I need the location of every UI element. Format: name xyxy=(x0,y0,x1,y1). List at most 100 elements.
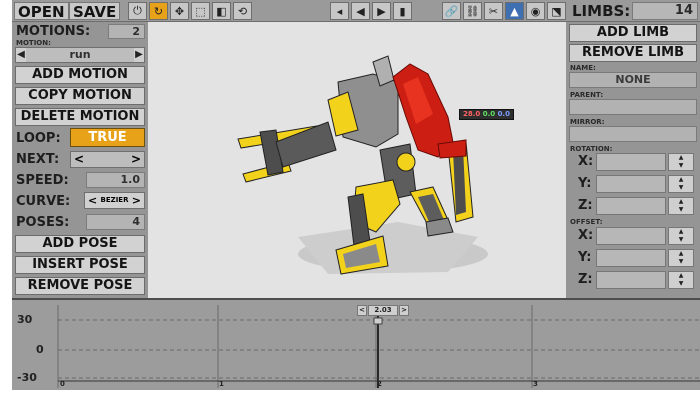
motion-prev-icon[interactable]: ◀ xyxy=(16,48,26,62)
add-motion-button[interactable]: ADD MOTION xyxy=(15,66,145,84)
loop-toggle[interactable]: TRUE xyxy=(70,128,145,147)
mirror-field[interactable] xyxy=(569,126,697,142)
timeline-tick-0: 0 xyxy=(60,380,65,388)
add-pose-button[interactable]: ADD POSE xyxy=(15,235,145,253)
insert-pose-button[interactable]: INSERT POSE xyxy=(15,256,145,274)
select-icon[interactable]: ⬔ xyxy=(547,2,566,20)
limb-panel: ADD LIMB REMOVE LIMB NAME: NONE PARENT: … xyxy=(566,22,700,298)
rotation-z-stepper[interactable]: ▲ ▼ xyxy=(668,197,694,215)
reset-icon[interactable]: ⟲ xyxy=(233,2,252,20)
parent-caption: PARENT: xyxy=(570,91,604,99)
timeline-tick-1: 1 xyxy=(219,380,224,388)
poses-count: 4 xyxy=(86,214,145,230)
rotation-y-label: Y: xyxy=(578,176,592,191)
rotation-x-input[interactable] xyxy=(596,153,666,171)
link-icon[interactable]: 🔗 xyxy=(442,2,461,20)
offset-x-label: X: xyxy=(578,228,594,243)
step-forward-icon[interactable]: ▮ xyxy=(393,2,412,20)
mirror-icon[interactable]: ◧ xyxy=(212,2,231,20)
rotation-z-label: Z: xyxy=(578,198,593,213)
frame-value[interactable]: 2.03 xyxy=(368,305,398,316)
next-next-icon[interactable]: > xyxy=(131,152,141,167)
timeline-tick-3: 3 xyxy=(533,380,538,388)
timeline[interactable]: 30 0 -30 0 1 2 3 < 2.03 > xyxy=(12,298,700,390)
play-icon[interactable]: ▶ xyxy=(372,2,391,20)
target-icon[interactable]: ◉ xyxy=(526,2,545,20)
delete-motion-button[interactable]: DELETE MOTION xyxy=(15,108,145,126)
copy-motion-button[interactable]: COPY MOTION xyxy=(15,87,145,105)
curve-label: CURVE: xyxy=(16,194,71,209)
mirror-caption: MIRROR: xyxy=(570,118,605,126)
link-child-icon[interactable]: ⛓ xyxy=(463,2,482,20)
robot-model[interactable] xyxy=(148,22,566,298)
3d-viewport[interactable]: 28.0 0.0 0.0 xyxy=(148,22,566,298)
rotation-x-label: X: xyxy=(578,154,594,169)
frame-next-button[interactable]: > xyxy=(399,305,409,316)
rotation-caption: ROTATION: xyxy=(570,145,613,153)
speed-input[interactable]: 1.0 xyxy=(86,172,145,188)
curve-value: BEZIER xyxy=(100,196,129,204)
offset-caption: OFFSET: xyxy=(570,218,603,226)
motions-label: MOTIONS: xyxy=(16,24,91,39)
offset-z-stepper[interactable]: ▲ ▼ xyxy=(668,271,694,289)
scale-icon[interactable]: ⬚ xyxy=(191,2,210,20)
skip-back-icon[interactable]: ◂ xyxy=(330,2,349,20)
rotation-x-stepper[interactable]: ▲ ▼ xyxy=(668,153,694,171)
poses-label: POSES: xyxy=(16,215,70,230)
next-prev-icon[interactable]: < xyxy=(74,152,84,167)
rotation-z-input[interactable] xyxy=(596,197,666,215)
remove-pose-button[interactable]: REMOVE POSE xyxy=(15,277,145,295)
motion-caption: MOTION: xyxy=(16,39,51,47)
step-back-icon[interactable]: ◀ xyxy=(351,2,370,20)
readout-z: 0.0 xyxy=(497,110,510,118)
curve-prev-icon[interactable]: < xyxy=(88,193,97,208)
save-button[interactable]: SAVE xyxy=(69,2,121,21)
name-caption: NAME: xyxy=(570,64,596,72)
rotation-y-stepper[interactable]: ▲ ▼ xyxy=(668,175,694,193)
timeline-y-top: 30 xyxy=(17,313,33,326)
open-button[interactable]: OPEN xyxy=(14,2,69,21)
move-icon[interactable]: ✥ xyxy=(170,2,189,20)
offset-x-input[interactable] xyxy=(596,227,666,245)
motion-panel: MOTIONS: 2 MOTION: ◀ run ▶ ADD MOTION CO… xyxy=(12,22,148,298)
readout-x: 28.0 xyxy=(463,110,481,118)
unlink-icon[interactable]: ✂ xyxy=(484,2,503,20)
offset-z-label: Z: xyxy=(578,272,593,287)
editor-window: OPEN SAVE ⏻ ↻ ✥ ⬚ ◧ ⟲ ◂ ◀ ▶ ▮ 🔗 ⛓ ✂ ▲ ◉ … xyxy=(12,0,700,390)
offset-y-label: Y: xyxy=(578,250,592,265)
timeline-grid xyxy=(57,305,700,388)
readout-y: 0.0 xyxy=(482,110,496,118)
limbs-label: LIMBS: xyxy=(572,2,631,20)
offset-z-input[interactable] xyxy=(596,271,666,289)
timeline-y-bottom: -30 xyxy=(17,371,37,384)
offset-x-stepper[interactable]: ▲ ▼ xyxy=(668,227,694,245)
power-icon[interactable]: ⏻ xyxy=(128,2,147,20)
robot-hip-joint xyxy=(396,152,416,172)
frame-prev-button[interactable]: < xyxy=(357,305,367,316)
parent-field[interactable] xyxy=(569,99,697,115)
motions-count: 2 xyxy=(108,24,145,39)
add-limb-button[interactable]: ADD LIMB xyxy=(569,24,697,42)
offset-y-input[interactable] xyxy=(596,249,666,267)
next-label: NEXT: xyxy=(16,152,60,167)
rotate-icon[interactable]: ↻ xyxy=(149,2,168,20)
limb-name-field[interactable]: NONE xyxy=(569,72,697,88)
top-toolbar: OPEN SAVE ⏻ ↻ ✥ ⬚ ◧ ⟲ ◂ ◀ ▶ ▮ 🔗 ⛓ ✂ ▲ ◉ … xyxy=(12,0,700,22)
curve-selector[interactable]: < BEZIER > xyxy=(84,192,145,209)
motion-value: run xyxy=(69,48,91,61)
playhead-handle[interactable] xyxy=(373,317,383,325)
rotation-y-input[interactable] xyxy=(596,175,666,193)
loop-label: LOOP: xyxy=(16,131,61,146)
speed-label: SPEED: xyxy=(16,173,69,188)
limbs-count: 14 xyxy=(632,2,698,20)
motion-next-icon[interactable]: ▶ xyxy=(134,48,144,62)
curve-next-icon[interactable]: > xyxy=(132,193,141,208)
rotation-readout: 28.0 0.0 0.0 xyxy=(459,109,514,120)
next-selector[interactable]: < > xyxy=(70,151,145,168)
hat-icon[interactable]: ▲ xyxy=(505,2,524,20)
remove-limb-button[interactable]: REMOVE LIMB xyxy=(569,44,697,62)
motion-selector[interactable]: ◀ run ▶ xyxy=(15,47,145,63)
timeline-tick-2: 2 xyxy=(377,380,382,388)
offset-y-stepper[interactable]: ▲ ▼ xyxy=(668,249,694,267)
timeline-y-mid: 0 xyxy=(36,343,44,356)
